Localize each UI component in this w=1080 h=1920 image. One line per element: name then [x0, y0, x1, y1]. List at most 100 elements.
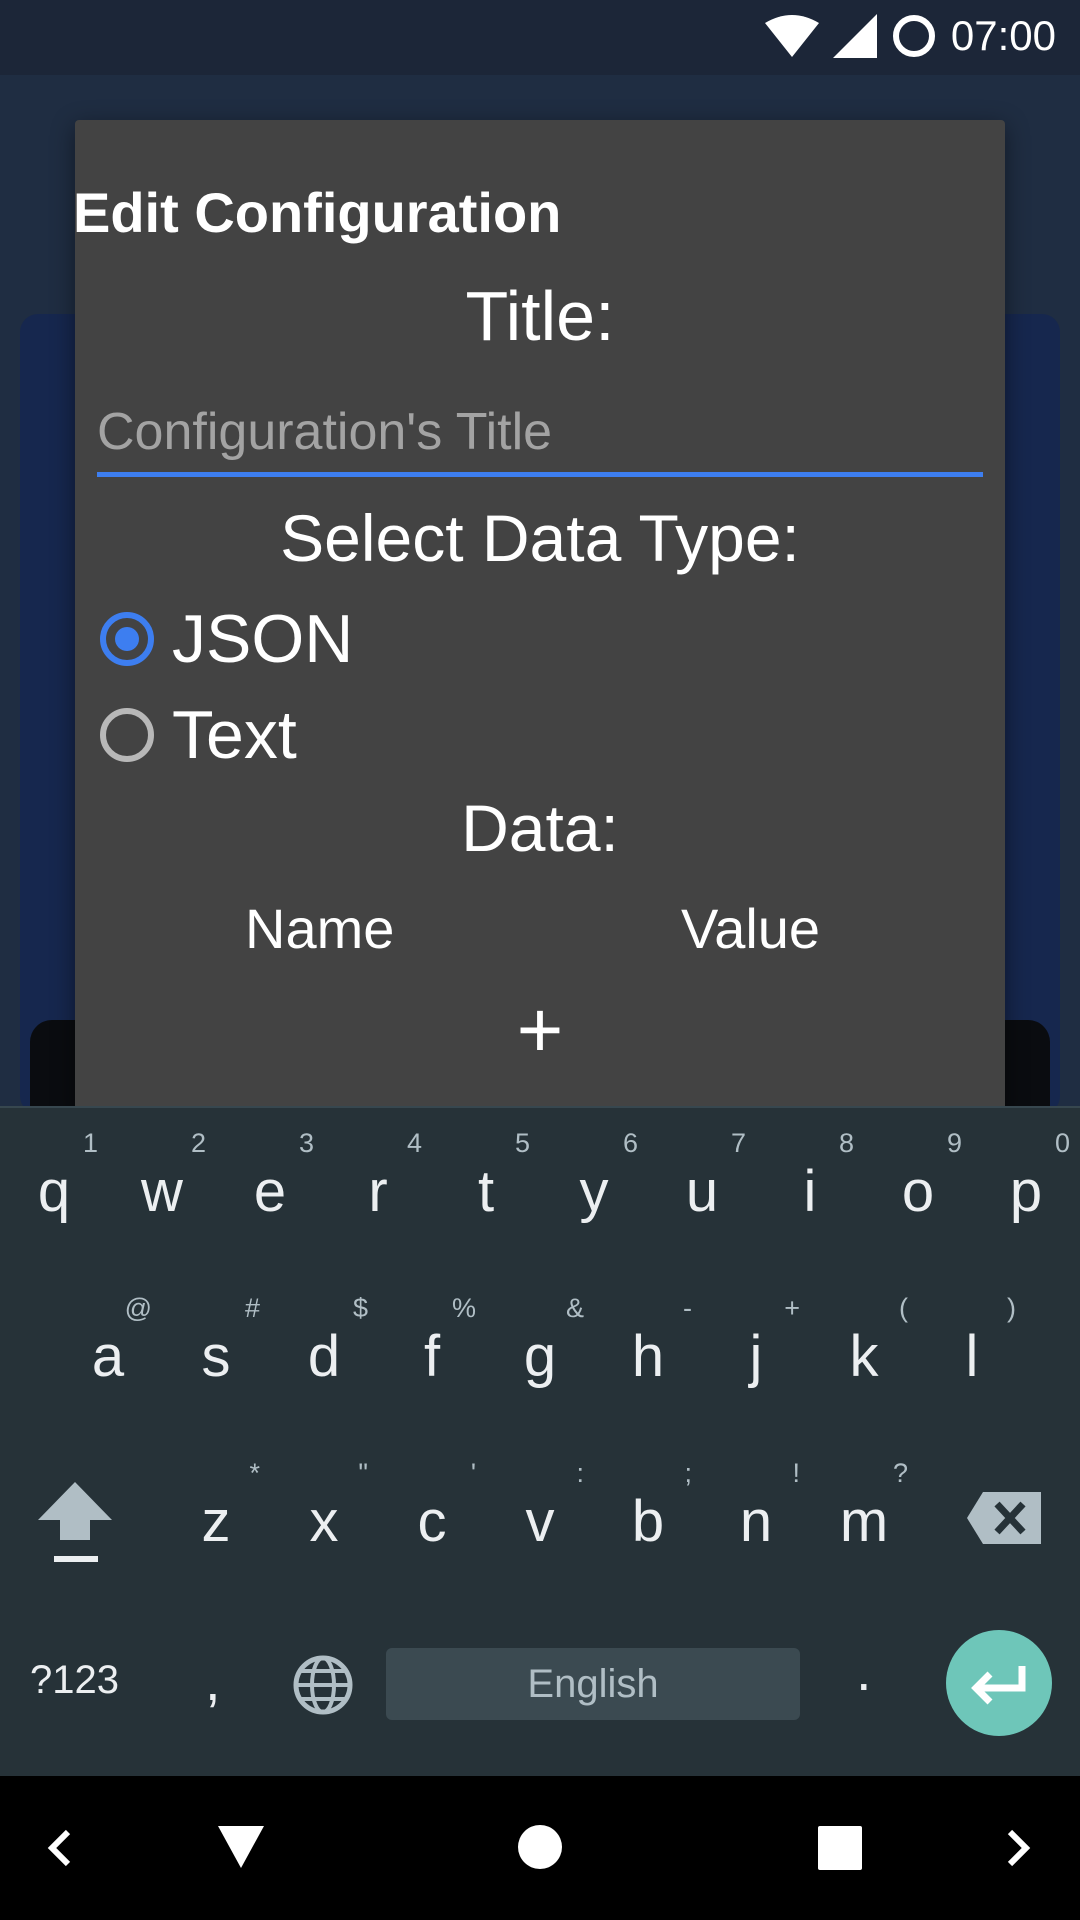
title-input[interactable] — [97, 392, 983, 477]
key-hint: ' — [470, 1458, 476, 1488]
key-m[interactable]: ? m — [810, 1438, 918, 1588]
screen: 07:00 Edit Configuration Title: Select D… — [0, 0, 1080, 1920]
cell-signal-icon — [832, 14, 877, 58]
key-label: d — [307, 1324, 341, 1389]
key-h[interactable]: -h — [594, 1273, 702, 1423]
key-label: k — [849, 1324, 879, 1389]
key-label: y — [579, 1159, 609, 1224]
radio-label-json: JSON — [172, 601, 354, 677]
key-label: j — [749, 1324, 763, 1389]
key-label: p — [1009, 1159, 1043, 1224]
key-hint: 3 — [298, 1128, 314, 1158]
key-s[interactable]: # s — [162, 1273, 270, 1423]
column-header-name: Name — [245, 897, 395, 960]
key-label: n — [739, 1489, 773, 1554]
key-label: l — [965, 1324, 979, 1389]
back-icon[interactable] — [216, 1824, 266, 1870]
key-hint: 1 — [82, 1128, 98, 1158]
key-x[interactable]: " x — [270, 1438, 378, 1588]
key-n[interactable]: ! n — [702, 1438, 810, 1588]
backspace-icon[interactable] — [965, 1488, 1045, 1548]
key-z[interactable]: * z — [162, 1438, 270, 1588]
key-label: r — [368, 1159, 388, 1224]
key-u[interactable]: 7u — [648, 1108, 756, 1258]
key-hint: : — [576, 1458, 584, 1488]
shift-icon[interactable] — [30, 1468, 120, 1568]
key-label: v — [525, 1489, 555, 1554]
status-bar: 07:00 — [0, 0, 1080, 75]
right-arrow-icon[interactable] — [1004, 1828, 1034, 1868]
status-time: 07:00 — [950, 12, 1056, 59]
key-e[interactable]: 3e — [216, 1108, 324, 1258]
period-key[interactable]: . — [856, 1638, 872, 1703]
key-hint: " — [358, 1458, 368, 1488]
key-o[interactable]: 9o — [864, 1108, 972, 1258]
key-label: g — [523, 1324, 557, 1389]
key-hint: # — [244, 1293, 260, 1323]
key-hint: @ — [124, 1293, 152, 1323]
radio-text[interactable]: Text — [100, 696, 297, 774]
recents-icon[interactable] — [818, 1826, 862, 1870]
radio-unchecked-icon[interactable] — [100, 708, 154, 762]
data-label: Data: — [461, 791, 619, 865]
key-hint: + — [784, 1293, 800, 1323]
key-label: e — [253, 1159, 287, 1224]
key-p[interactable]: 0p — [972, 1108, 1080, 1258]
key-t[interactable]: 5t — [432, 1108, 540, 1258]
key-hint: ; — [684, 1458, 692, 1488]
key-j[interactable]: + j — [702, 1273, 810, 1423]
key-v[interactable]: :v — [486, 1438, 594, 1588]
enter-button[interactable] — [946, 1630, 1052, 1736]
key-q[interactable]: 1q — [0, 1108, 108, 1258]
key-c[interactable]: ' c — [378, 1438, 486, 1588]
key-label: m — [839, 1489, 889, 1554]
navigation-bar — [0, 1776, 1080, 1920]
key-k[interactable]: (k — [810, 1273, 918, 1423]
key-r[interactable]: 4r — [324, 1108, 432, 1258]
key-y[interactable]: 6y — [540, 1108, 648, 1258]
radio-json[interactable]: JSON — [100, 600, 353, 678]
key-label: a — [91, 1324, 125, 1389]
data-type-label: Select Data Type: — [280, 501, 800, 575]
space-bar[interactable]: English — [386, 1648, 800, 1720]
key-i[interactable]: 8i — [756, 1108, 864, 1258]
key-label: i — [803, 1159, 817, 1224]
symbols-key[interactable]: ?123 — [30, 1658, 119, 1703]
key-g[interactable]: & g — [486, 1273, 594, 1423]
comma-key[interactable]: , — [205, 1648, 221, 1713]
key-label: u — [685, 1159, 719, 1224]
key-w[interactable]: 2w — [108, 1108, 216, 1258]
key-d[interactable]: $ d — [270, 1273, 378, 1423]
key-label: t — [477, 1159, 495, 1224]
radio-checked-icon[interactable] — [100, 612, 154, 666]
wifi-icon — [764, 15, 819, 57]
key-label: o — [901, 1159, 935, 1224]
key-hint: * — [249, 1458, 260, 1488]
key-hint: 8 — [838, 1128, 854, 1158]
key-hint: 7 — [730, 1128, 746, 1158]
key-label: w — [141, 1159, 183, 1224]
dialog-title: Edit Configuration — [73, 181, 562, 244]
key-hint: 0 — [1054, 1128, 1070, 1158]
key-label: s — [201, 1324, 231, 1389]
sync-icon — [892, 15, 935, 57]
key-hint: 6 — [622, 1128, 638, 1158]
enter-icon — [971, 1666, 1026, 1705]
key-hint: & — [565, 1293, 584, 1323]
key-b[interactable]: ; b — [594, 1438, 702, 1588]
key-hint: ! — [792, 1458, 800, 1488]
key-hint: 4 — [406, 1128, 422, 1158]
key-l[interactable]: ) l — [918, 1273, 1026, 1423]
key-hint: ? — [892, 1458, 908, 1488]
left-arrow-icon[interactable] — [44, 1828, 74, 1868]
key-hint: - — [683, 1293, 692, 1323]
key-hint: 5 — [514, 1128, 530, 1158]
globe-icon[interactable] — [292, 1654, 354, 1716]
home-icon[interactable] — [517, 1824, 563, 1870]
column-header-value: Value — [681, 897, 821, 960]
key-a[interactable]: @ a — [54, 1273, 162, 1423]
key-hint: ( — [899, 1293, 908, 1323]
key-hint: % — [451, 1293, 476, 1323]
add-row-button[interactable]: + — [500, 990, 580, 1070]
key-f[interactable]: % f — [378, 1273, 486, 1423]
